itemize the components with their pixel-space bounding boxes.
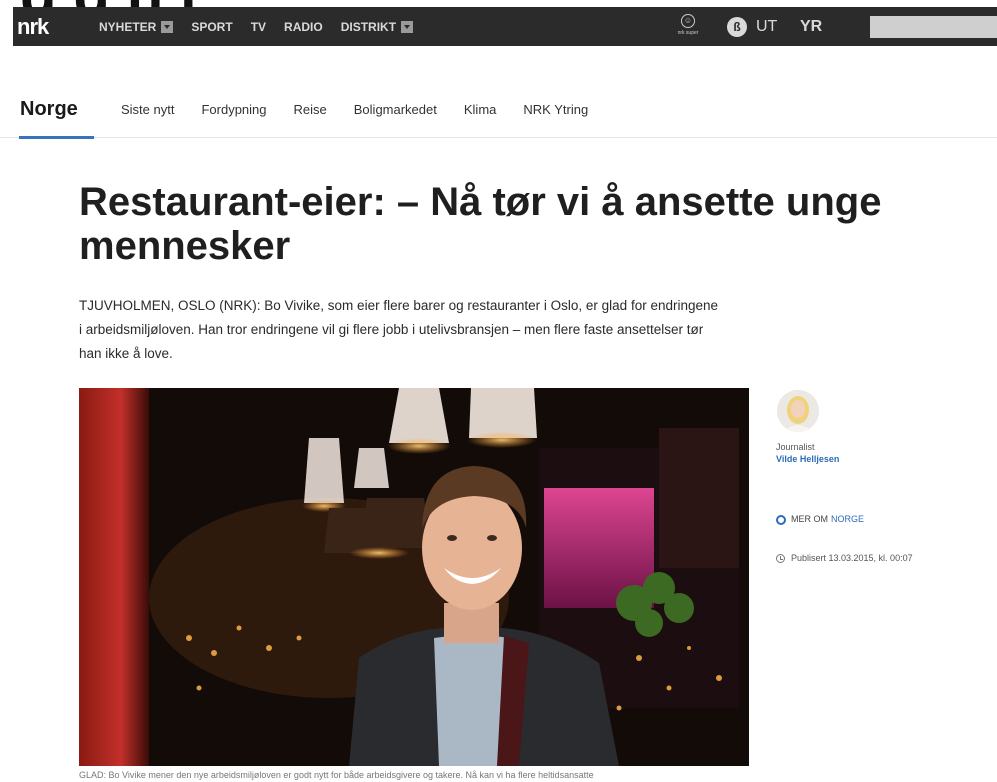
article-headline: Restaurant-eier: – Nå tør vi å ansette u…	[79, 180, 997, 268]
journalist-name-link[interactable]: Vilde Helljesen	[776, 454, 839, 465]
yr-link[interactable]: YR	[800, 17, 822, 37]
more-about-topic: MER OM NORGE	[776, 514, 864, 525]
subnav-item-siste-nytt[interactable]: Siste nytt	[121, 102, 174, 118]
nav-item-label: SPORT	[191, 19, 233, 34]
subnav-item-fordypning[interactable]: Fordypning	[201, 102, 266, 118]
headline-line-1: Restaurant-eier: – Nå tør vi å ansette u…	[79, 180, 882, 224]
nav-item-tv[interactable]: TV	[251, 7, 266, 46]
nrk-super-label: nrk super	[677, 30, 699, 36]
article-lead: TJUVHOLMEN, OSLO (NRK): Bo Vivike, som e…	[79, 298, 719, 361]
subnav-item-boligmarkedet[interactable]: Boligmarkedet	[354, 102, 437, 118]
section-navigation: Norge Siste nytt Fordypning Reise Boligm…	[0, 88, 997, 139]
subnav-item-nrk-ytring[interactable]: NRK Ytring	[523, 102, 588, 118]
top-navigation-bar: nrk NYHETER SPORT TV RADIO DISTRIKT ☺ nr…	[13, 7, 997, 46]
search-input[interactable]	[870, 16, 997, 38]
journalist-label: Journalist	[776, 442, 815, 452]
dropdown-arrow-icon[interactable]	[161, 20, 174, 33]
ut-link[interactable]: UT	[756, 17, 777, 37]
journalist-portrait-icon	[777, 390, 819, 432]
smiley-icon: ☺	[681, 14, 695, 28]
nav-item-label: DISTRIKT	[340, 19, 397, 34]
headline-line-2: mennesker	[79, 224, 291, 268]
nav-item-label: RADIO	[284, 19, 323, 34]
nav-item-label: NYHETER	[99, 19, 157, 34]
nav-item-distrikt[interactable]: DISTRIKT	[340, 7, 414, 46]
article-hero-image[interactable]	[79, 388, 749, 766]
dropdown-arrow-icon[interactable]	[401, 20, 414, 33]
nrk-super-link[interactable]: ☺ nrk super	[677, 14, 699, 42]
nav-item-nyheter[interactable]: NYHETER	[99, 7, 174, 46]
nav-item-sport[interactable]: SPORT	[191, 7, 232, 46]
subnav-item-reise[interactable]: Reise	[294, 102, 327, 118]
clock-icon	[776, 554, 785, 563]
topic-link-norge[interactable]: NORGE	[831, 514, 864, 525]
hero-photo-illustration	[79, 388, 749, 766]
section-title[interactable]: Norge	[20, 96, 78, 122]
topic-circle-icon	[776, 514, 786, 525]
hero-image-caption: GLAD: Bo Vivike mener den nye arbeidsmil…	[79, 770, 594, 780]
journalist-avatar[interactable]	[777, 390, 819, 432]
subnav-item-klima[interactable]: Klima	[464, 102, 497, 118]
section-subnav: Siste nytt Fordypning Reise Boligmarkede…	[121, 102, 615, 118]
nav-item-label: TV	[250, 19, 267, 34]
p3-logo-link[interactable]: ß	[727, 17, 747, 37]
active-section-indicator	[19, 136, 94, 139]
published-timestamp: Publisert 13.03.2015, kl. 00:07	[776, 553, 913, 564]
main-nav: NYHETER SPORT TV RADIO DISTRIKT	[99, 7, 431, 46]
nav-item-radio[interactable]: RADIO	[284, 7, 323, 46]
published-text: Publisert 13.03.2015, kl. 00:07	[791, 553, 913, 563]
more-about-label: MER OM	[791, 514, 828, 524]
nrk-logo[interactable]: nrk	[17, 16, 49, 38]
